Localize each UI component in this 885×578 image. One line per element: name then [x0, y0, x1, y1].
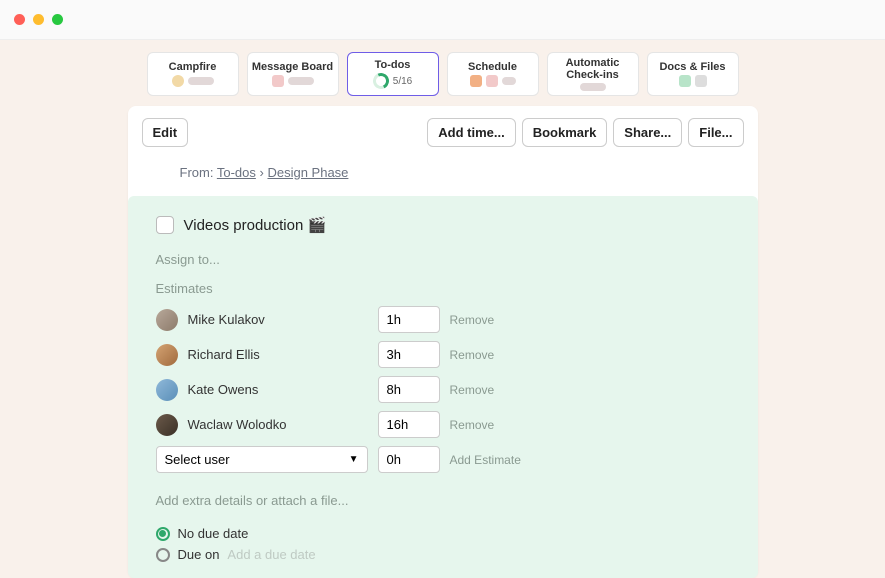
time-input[interactable]	[378, 306, 440, 333]
tile-todos[interactable]: To-dos 5/16	[347, 52, 439, 96]
edit-button[interactable]: Edit	[142, 118, 189, 147]
todo-title-row: Videos production 🎬	[156, 216, 730, 234]
new-estimate-row: Select user ▼ Add Estimate	[156, 446, 730, 473]
nav-tiles: Campfire Message Board To-dos 5/16 Sched…	[0, 40, 885, 106]
select-user-label: Select user	[165, 452, 230, 467]
person-name: Kate Owens	[188, 382, 368, 397]
tile-schedule[interactable]: Schedule	[447, 52, 539, 96]
breadcrumb-link-design-phase[interactable]: Design Phase	[267, 165, 348, 180]
due-date-placeholder: Add a due date	[227, 547, 315, 562]
main-card: Edit Add time... Bookmark Share... File.…	[128, 106, 758, 578]
chevron-down-icon: ▼	[349, 454, 359, 465]
remove-link[interactable]: Remove	[450, 383, 495, 397]
close-window-button[interactable]	[14, 14, 25, 25]
placeholder-icon	[288, 77, 314, 85]
calendar-icon	[486, 75, 498, 87]
placeholder-icon	[188, 77, 214, 85]
tile-docs-files[interactable]: Docs & Files	[647, 52, 739, 96]
todo-checkbox[interactable]	[156, 216, 174, 234]
calendar-icon	[470, 75, 482, 87]
estimate-row: Mike Kulakov Remove	[156, 306, 730, 333]
share-button[interactable]: Share...	[613, 118, 682, 147]
breadcrumb-sep: ›	[260, 165, 264, 180]
file-icon	[695, 75, 707, 87]
avatar	[156, 309, 178, 331]
avatar	[156, 344, 178, 366]
todos-count: 5/16	[393, 76, 412, 87]
card-header: Edit Add time... Bookmark Share... File.…	[142, 118, 744, 147]
campfire-icon	[172, 75, 184, 87]
tile-campfire[interactable]: Campfire	[147, 52, 239, 96]
time-input[interactable]	[378, 446, 440, 473]
remove-link[interactable]: Remove	[450, 348, 495, 362]
extra-details-field[interactable]: Add extra details or attach a file...	[156, 493, 730, 508]
add-time-button[interactable]: Add time...	[427, 118, 515, 147]
add-estimate-link[interactable]: Add Estimate	[450, 453, 521, 467]
todo-title: Videos production 🎬	[184, 216, 327, 234]
tile-label: To-dos	[375, 59, 411, 71]
remove-link[interactable]: Remove	[450, 418, 495, 432]
no-due-label: No due date	[178, 526, 249, 541]
tile-label: Automatic Check-ins	[548, 57, 638, 81]
due-on-label: Due on	[178, 547, 220, 562]
placeholder-icon	[502, 77, 516, 85]
tile-label: Campfire	[169, 61, 217, 73]
radio-unselected-icon	[156, 548, 170, 562]
tile-message-board[interactable]: Message Board	[247, 52, 339, 96]
time-input[interactable]	[378, 411, 440, 438]
window-chrome	[0, 0, 885, 40]
radio-selected-icon	[156, 527, 170, 541]
doc-icon	[679, 75, 691, 87]
breadcrumb-link-todos[interactable]: To-dos	[217, 165, 256, 180]
time-input[interactable]	[378, 341, 440, 368]
breadcrumb-prefix: From:	[180, 165, 214, 180]
no-due-date-option[interactable]: No due date	[156, 526, 730, 541]
avatar	[156, 414, 178, 436]
person-name: Waclaw Wolodko	[188, 417, 368, 432]
placeholder-icon	[580, 83, 606, 91]
estimates-heading: Estimates	[156, 281, 730, 296]
remove-link[interactable]: Remove	[450, 313, 495, 327]
tile-checkins[interactable]: Automatic Check-ins	[547, 52, 639, 96]
person-name: Mike Kulakov	[188, 312, 368, 327]
tile-label: Message Board	[252, 61, 333, 73]
maximize-window-button[interactable]	[52, 14, 63, 25]
assign-to-field[interactable]: Assign to...	[156, 252, 730, 267]
tile-label: Schedule	[468, 61, 517, 73]
minimize-window-button[interactable]	[33, 14, 44, 25]
todo-panel: Videos production 🎬 Assign to... Estimat…	[128, 196, 758, 578]
progress-ring-icon	[371, 71, 392, 92]
person-name: Richard Ellis	[188, 347, 368, 362]
avatar	[156, 379, 178, 401]
toolbar-actions: Add time... Bookmark Share... File...	[427, 118, 743, 147]
estimate-row: Richard Ellis Remove	[156, 341, 730, 368]
breadcrumb: From: To-dos › Design Phase	[180, 165, 744, 180]
bookmark-button[interactable]: Bookmark	[522, 118, 608, 147]
message-icon	[272, 75, 284, 87]
select-user-dropdown[interactable]: Select user ▼	[156, 446, 368, 473]
file-button[interactable]: File...	[688, 118, 743, 147]
tile-label: Docs & Files	[659, 61, 725, 73]
due-on-option[interactable]: Due on Add a due date	[156, 547, 730, 562]
estimate-row: Kate Owens Remove	[156, 376, 730, 403]
time-input[interactable]	[378, 376, 440, 403]
estimate-row: Waclaw Wolodko Remove	[156, 411, 730, 438]
